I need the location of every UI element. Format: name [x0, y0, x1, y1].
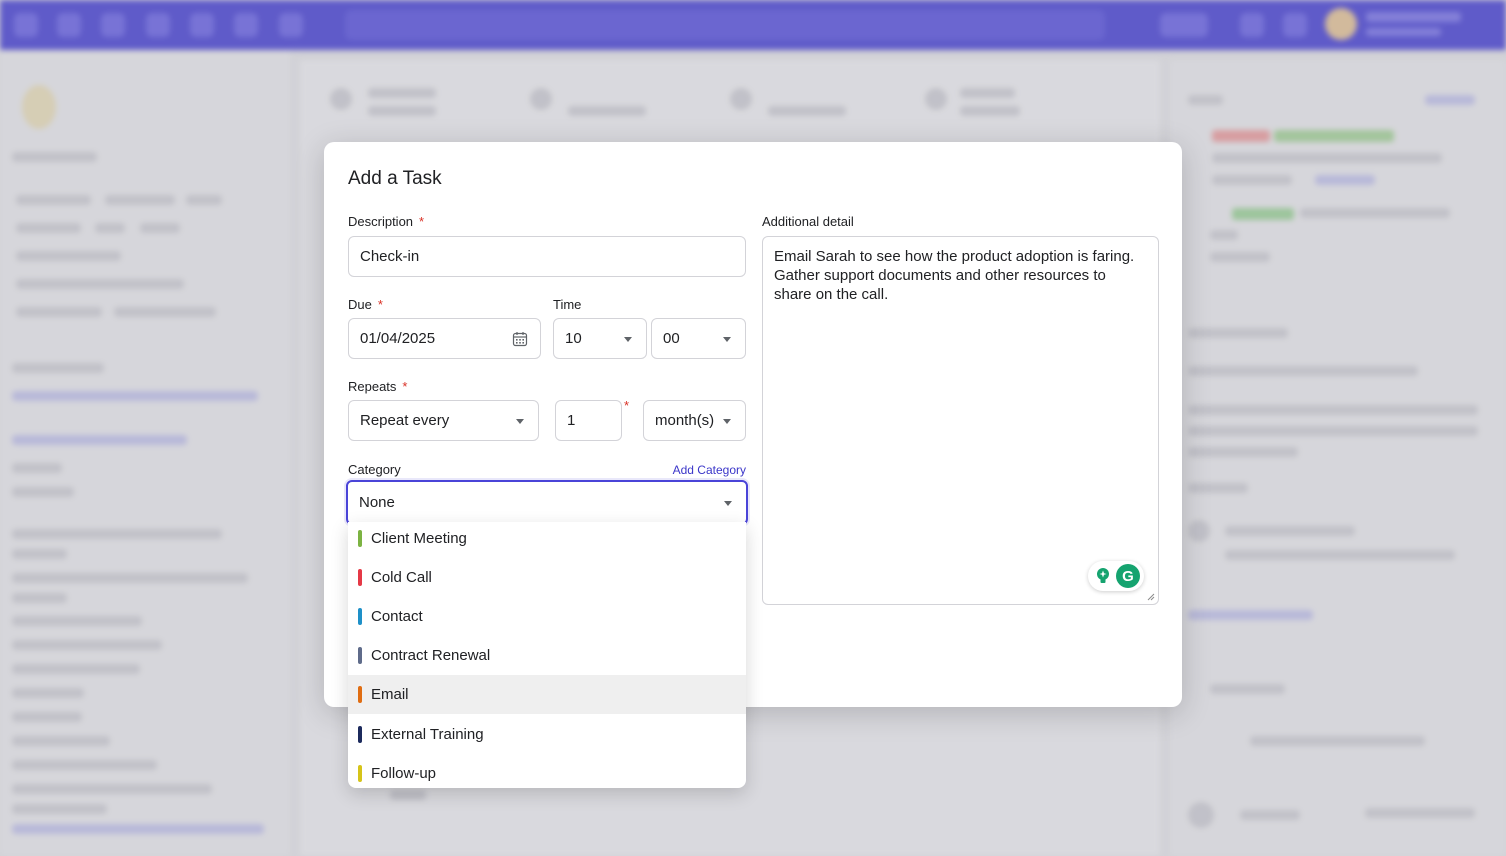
category-option-label: External Training	[371, 726, 484, 743]
caret-down-icon	[624, 336, 632, 342]
grammarly-icon[interactable]: G	[1116, 564, 1140, 588]
add-category-link[interactable]: Add Category	[673, 463, 746, 477]
category-color-swatch	[358, 647, 362, 664]
category-select[interactable]: None	[346, 480, 748, 525]
category-dropdown-list: Client Meeting Cold Call Contact Contract R…	[348, 522, 746, 788]
time-hour-select[interactable]: 10	[553, 318, 647, 359]
caret-down-icon	[723, 418, 731, 424]
time-minute-value: 00	[663, 330, 680, 347]
category-option[interactable]: Contract Renewal	[348, 636, 746, 675]
repeat-mode-select[interactable]: Repeat every	[348, 400, 539, 441]
category-color-swatch	[358, 608, 362, 625]
category-option[interactable]: Email	[348, 675, 746, 714]
category-option-label: Email	[371, 686, 409, 703]
repeat-unit-select[interactable]: month(s)	[643, 400, 746, 441]
caret-down-icon	[516, 418, 524, 424]
category-option[interactable]: Client Meeting	[348, 522, 746, 558]
additional-detail-label: Additional detail	[762, 214, 854, 229]
caret-down-icon	[723, 336, 731, 342]
description-value: Check-in	[360, 248, 420, 265]
category-option[interactable]: Contact	[348, 597, 746, 636]
additional-detail-textarea[interactable]: Email Sarah to see how the product adopt…	[762, 236, 1159, 605]
category-option-label: Contact	[371, 608, 423, 625]
category-color-swatch	[358, 765, 362, 782]
modal-title: Add a Task	[348, 168, 442, 189]
repeat-count-value: 1	[567, 412, 576, 429]
repeats-label: Repeats *	[348, 379, 408, 394]
due-date-input[interactable]: 01/04/2025	[348, 318, 541, 359]
category-color-swatch	[358, 530, 362, 547]
category-option[interactable]: Cold Call	[348, 558, 746, 597]
calendar-icon[interactable]	[512, 331, 528, 347]
category-option-label: Cold Call	[371, 569, 432, 586]
lightbulb-icon[interactable]	[1094, 567, 1112, 585]
category-label: Category	[348, 462, 401, 477]
time-hour-value: 10	[565, 330, 582, 347]
caret-down-icon	[724, 500, 732, 506]
category-option[interactable]: Follow-up	[348, 754, 746, 788]
repeat-mode-value: Repeat every	[360, 412, 450, 429]
due-date-value: 01/04/2025	[360, 330, 436, 347]
repeat-count-input[interactable]: 1	[555, 400, 622, 441]
grammarly-widget[interactable]: G	[1088, 561, 1144, 591]
time-minute-select[interactable]: 00	[651, 318, 746, 359]
description-input[interactable]: Check-in	[348, 236, 746, 277]
category-option[interactable]: External Training	[348, 715, 746, 754]
required-marker: *	[624, 398, 630, 413]
resize-handle-icon[interactable]	[1147, 593, 1155, 601]
repeat-unit-value: month(s)	[655, 412, 715, 429]
category-color-swatch	[358, 686, 362, 703]
category-color-swatch	[358, 726, 362, 743]
time-label: Time	[553, 297, 582, 312]
category-option-label: Client Meeting	[371, 530, 467, 547]
category-color-swatch	[358, 569, 362, 586]
additional-detail-value: Email Sarah to see how the product adopt…	[774, 248, 1135, 303]
category-option-label: Follow-up	[371, 765, 437, 782]
category-option-label: Contract Renewal	[371, 647, 491, 664]
due-label: Due *	[348, 297, 383, 312]
category-selected-value: None	[359, 494, 395, 511]
description-label: Description *	[348, 214, 425, 229]
